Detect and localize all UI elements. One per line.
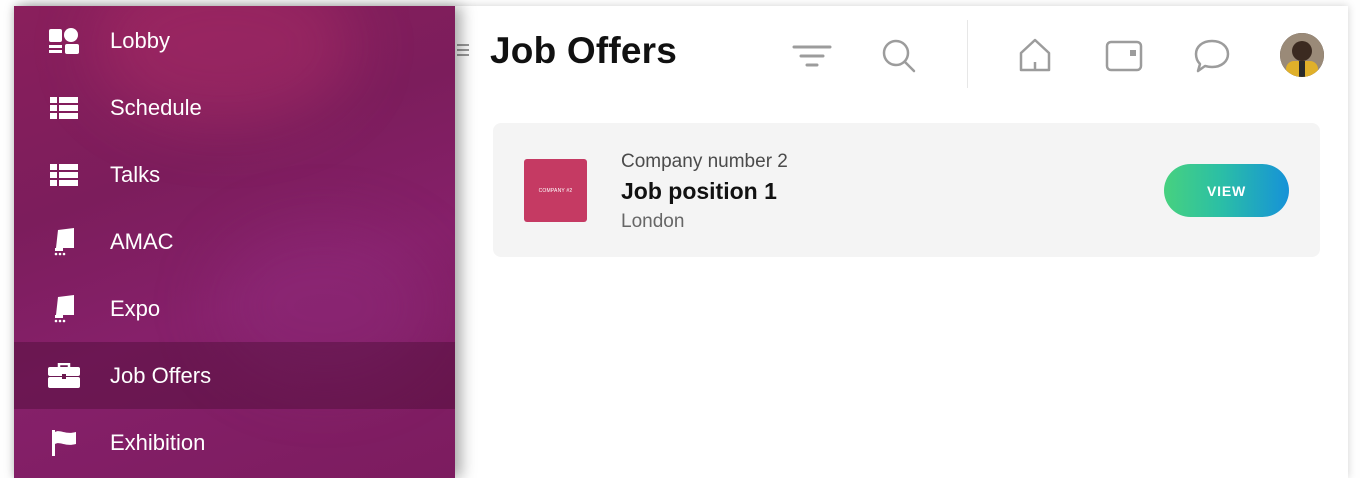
search-icon[interactable] bbox=[879, 36, 919, 76]
header-divider bbox=[967, 20, 968, 88]
sidebar-item-label: Schedule bbox=[110, 94, 202, 120]
home-icon[interactable] bbox=[1015, 36, 1055, 76]
avatar[interactable] bbox=[1280, 33, 1324, 77]
briefcase-icon bbox=[48, 362, 80, 388]
sidebar-item-lobby[interactable]: Lobby bbox=[14, 7, 455, 74]
sidebar-item-expo[interactable]: Expo bbox=[14, 275, 455, 342]
job-offer-card[interactable]: COMPANY #2 Company number 2 Job position… bbox=[493, 123, 1320, 257]
sidebar-item-job-offers[interactable]: Job Offers bbox=[14, 342, 455, 409]
sidebar: Lobby Schedule Talks AMAC Expo Job Offer… bbox=[14, 6, 455, 478]
job-location: London bbox=[621, 211, 685, 232]
view-button[interactable]: VIEW bbox=[1164, 164, 1289, 217]
stage-icon bbox=[48, 294, 80, 322]
list-icon bbox=[48, 96, 80, 120]
sidebar-item-label: Lobby bbox=[110, 27, 170, 53]
flag-icon bbox=[48, 429, 80, 456]
sidebar-item-exhibition[interactable]: Exhibition bbox=[14, 409, 455, 476]
sidebar-item-amac[interactable]: AMAC bbox=[14, 208, 455, 275]
lobby-icon bbox=[48, 27, 80, 54]
sidebar-item-label: Exhibition bbox=[110, 429, 206, 455]
wallet-icon[interactable] bbox=[1104, 36, 1144, 76]
sidebar-item-label: Expo bbox=[110, 295, 161, 321]
company-name: Company number 2 bbox=[621, 151, 788, 172]
chat-icon[interactable] bbox=[1192, 36, 1232, 76]
sidebar-item-schedule[interactable]: Schedule bbox=[14, 74, 455, 141]
sidebar-item-label: Talks bbox=[110, 161, 161, 187]
menu-icon[interactable] bbox=[457, 44, 469, 59]
sidebar-item-label: Job Offers bbox=[110, 362, 212, 388]
page-title: Job Offers bbox=[490, 30, 678, 71]
sidebar-item-talks[interactable]: Talks bbox=[14, 141, 455, 208]
sidebar-item-label: AMAC bbox=[110, 228, 174, 254]
job-position-title: Job position 1 bbox=[621, 178, 777, 204]
company-logo: COMPANY #2 bbox=[524, 159, 587, 222]
list-icon bbox=[48, 163, 80, 187]
filter-icon[interactable] bbox=[792, 36, 832, 76]
stage-icon bbox=[48, 227, 80, 255]
